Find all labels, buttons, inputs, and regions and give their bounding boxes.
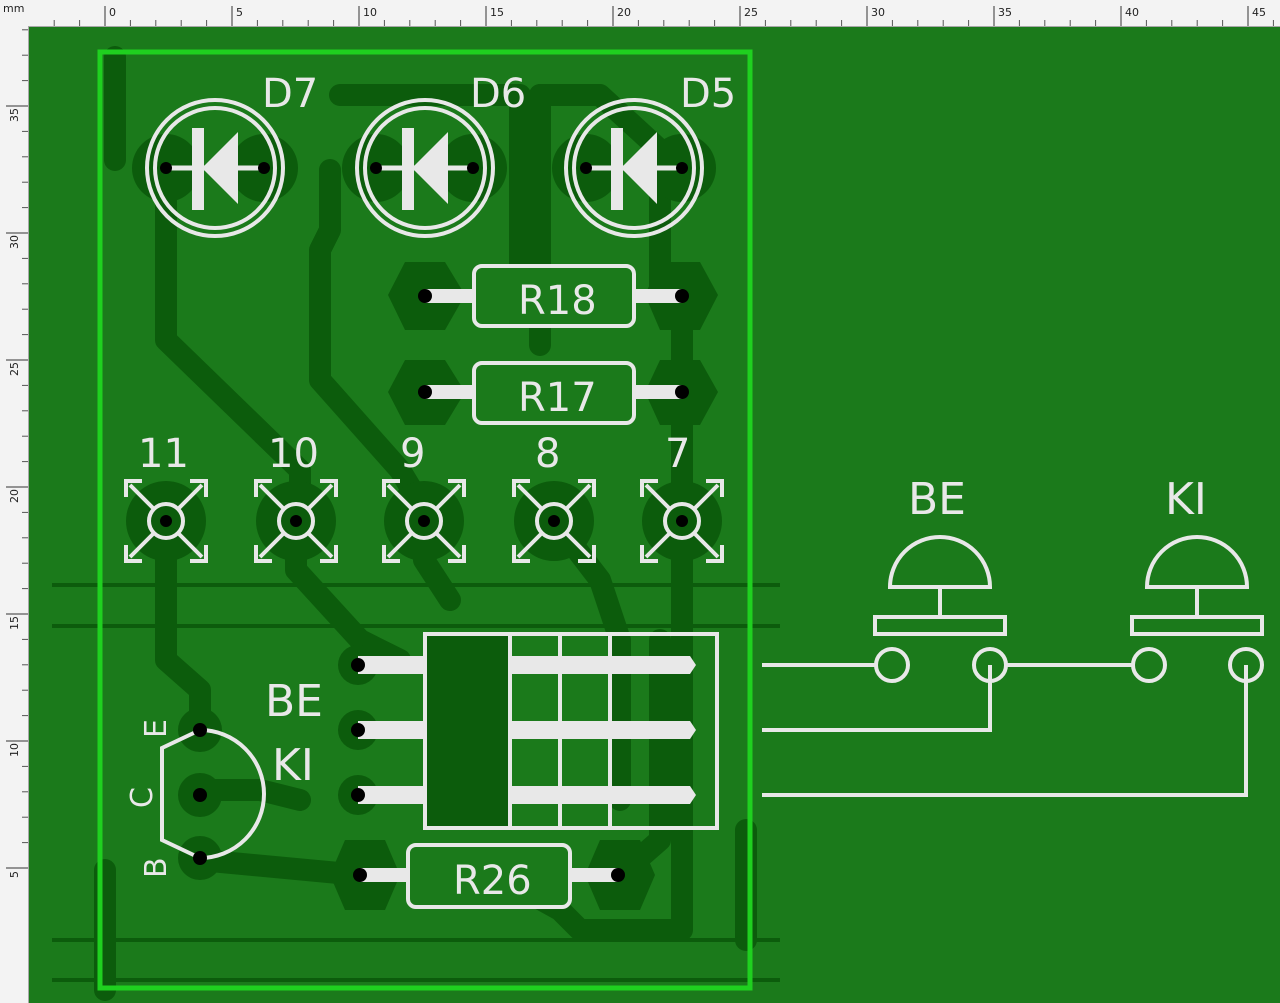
ruler-tick-30: 30 [8,235,21,249]
ruler-minor-ticks [22,29,28,844]
resistor-r18-label: R18 [518,278,597,324]
vertical-ruler[interactable]: 35 30 25 20 15 10 5 [0,26,29,1003]
ruler-tick-0: 0 [109,6,116,19]
test-pad-11-label: 11 [138,431,189,477]
ruler-tick-40: 40 [1125,6,1139,19]
test-pad-10-label: 10 [268,431,319,477]
pcb-canvas[interactable]: D7 D6 D5 R18 R17 R26 11 10 9 8 7 BE KI E… [29,27,1280,1003]
pcb-editor-window: mm 0 5 10 15 20 25 30 35 40 45 35 30 25 … [0,0,1280,1003]
test-pad-7-label: 7 [665,431,690,477]
pushbutton-be-label: BE [908,474,966,525]
ruler-unit-label: mm [3,2,24,15]
ruler-major-ticks: 0 5 10 15 20 25 30 35 40 45 [104,6,1266,26]
ruler-tick-15: 15 [8,616,21,630]
resistor-r17-label: R17 [518,375,597,421]
ruler-tick-20: 20 [8,489,21,503]
ruler-tick-25: 25 [744,6,758,19]
connector-label-ki: KI [272,740,314,791]
connector-label-be: BE [265,676,323,727]
ruler-minor-ticks [53,20,1274,26]
ruler-tick-25: 25 [8,362,21,376]
transistor-pin-c: C [125,787,160,808]
pushbutton-ki-label: KI [1165,474,1207,525]
ruler-tick-20: 20 [617,6,631,19]
led-d7-label: D7 [262,71,318,117]
ruler-tick-5: 5 [236,6,243,19]
ruler-major-ticks: 35 30 25 20 15 10 5 [6,105,28,878]
ruler-tick-15: 15 [490,6,504,19]
test-pad-8-label: 8 [535,431,560,477]
ruler-tick-10: 10 [8,743,21,757]
ruler-tick-35: 35 [8,108,21,122]
ruler-tick-10: 10 [363,6,377,19]
led-d6-label: D6 [470,71,526,117]
horizontal-ruler[interactable]: mm 0 5 10 15 20 25 30 35 40 45 [0,0,1280,27]
pin-header-connector[interactable] [351,632,719,830]
transistor-pin-e: E [139,719,174,738]
transistor-pin-b: B [139,857,174,878]
led-d5-label: D5 [680,71,736,117]
ruler-tick-35: 35 [998,6,1012,19]
resistor-r26-label: R26 [453,858,532,904]
ruler-tick-30: 30 [871,6,885,19]
ruler-tick-5: 5 [8,871,21,878]
ruler-tick-45: 45 [1252,6,1266,19]
test-pad-9-label: 9 [400,431,425,477]
